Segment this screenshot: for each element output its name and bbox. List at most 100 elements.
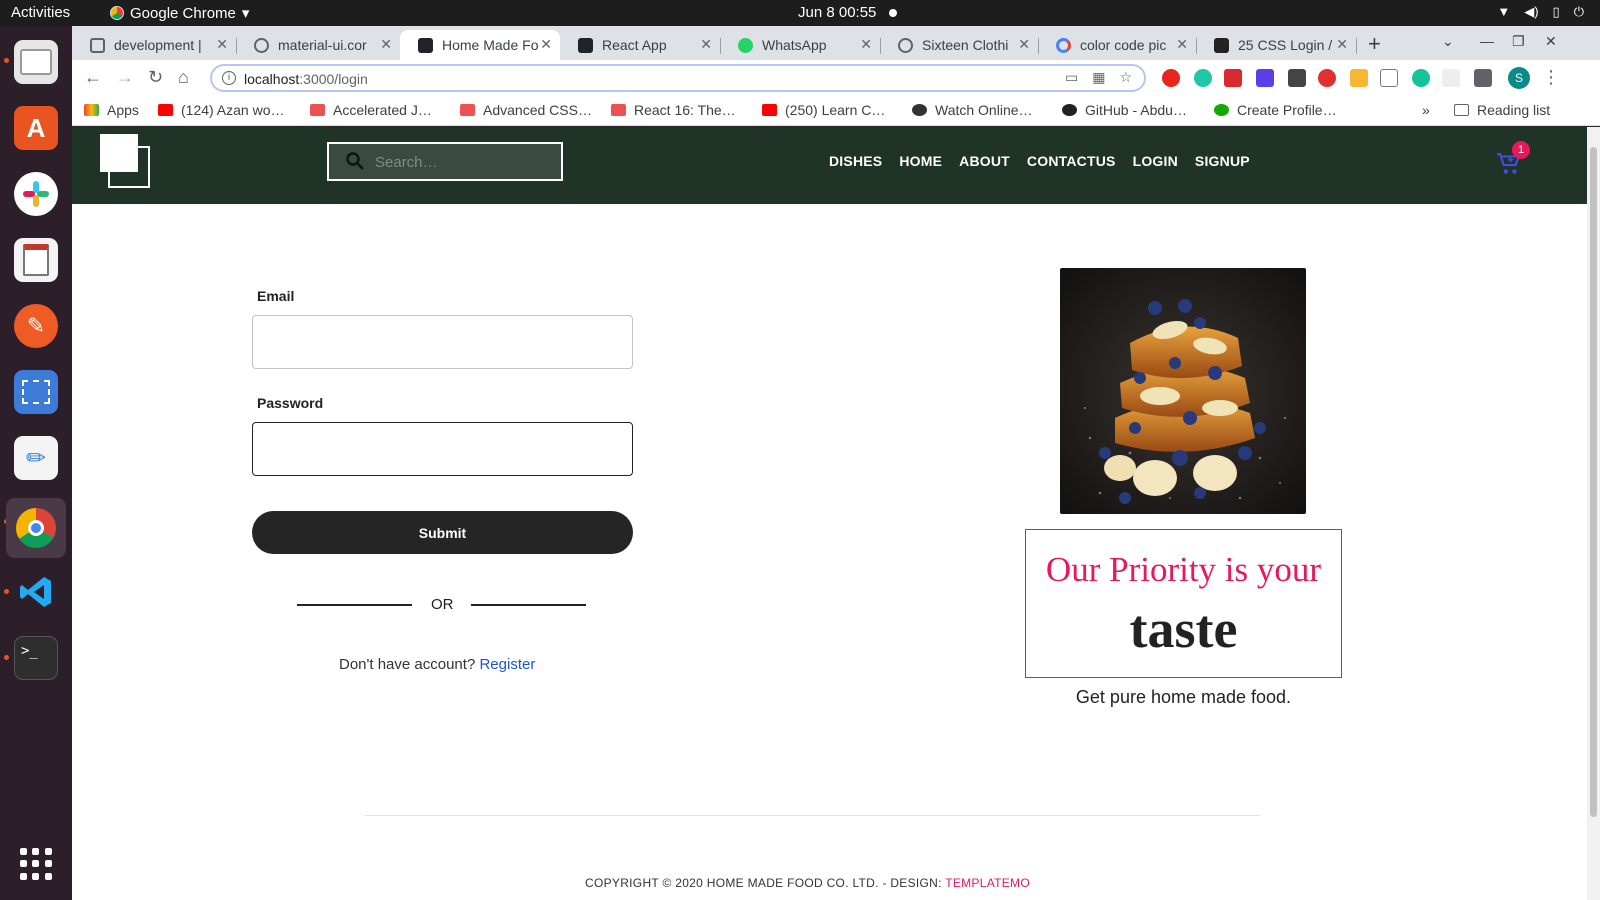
tab-title: color code pic	[1080, 37, 1167, 53]
json-icon[interactable]	[1380, 69, 1398, 87]
browser-tab[interactable]: 25 CSS Login / ✕	[1196, 30, 1357, 60]
react-icon	[418, 37, 433, 53]
submit-button[interactable]: Submit	[252, 511, 633, 554]
nav-login[interactable]: LOGIN	[1133, 153, 1178, 169]
extension-icon[interactable]	[1194, 69, 1212, 87]
browser-tab[interactable]: Sixteen Clothi ✕	[880, 30, 1039, 60]
profile-avatar[interactable]: S	[1508, 67, 1530, 89]
email-field[interactable]	[252, 315, 633, 369]
designer-link[interactable]: TEMPLATEMO	[945, 876, 1030, 890]
bookmark-item[interactable]: Advanced CSS…	[460, 102, 592, 118]
close-icon[interactable]: ✕	[216, 36, 228, 53]
close-icon[interactable]: ✕	[700, 36, 712, 53]
reader-icon[interactable]	[14, 238, 58, 282]
qr-code-icon[interactable]: ▦	[1092, 69, 1105, 86]
bookmark-item[interactable]: Create Profile…	[1214, 102, 1337, 118]
vscode-icon[interactable]	[14, 570, 58, 614]
extension-icon[interactable]	[1256, 69, 1274, 87]
close-icon[interactable]: ✕	[1336, 36, 1348, 53]
screenshot-icon[interactable]	[14, 370, 58, 414]
activities-button[interactable]: Activities	[11, 4, 70, 21]
nav-dishes[interactable]: DISHES	[829, 153, 882, 169]
chrome-icon[interactable]	[6, 498, 66, 558]
page-scrollbar[interactable]	[1587, 127, 1600, 900]
cart-button[interactable]: 1	[1496, 141, 1530, 177]
close-icon[interactable]: ✕	[1018, 36, 1030, 53]
back-icon[interactable]: ←	[84, 67, 102, 88]
minimize-icon[interactable]: —	[1480, 33, 1494, 49]
bookmark-item[interactable]: Apps	[84, 102, 139, 118]
nav-signup[interactable]: SIGNUP	[1195, 153, 1250, 169]
kebab-menu-icon[interactable]: ⋮	[1542, 67, 1560, 88]
browser-tab[interactable]: material-ui.cor ✕	[236, 30, 400, 60]
text-editor-icon[interactable]: ✏	[14, 436, 58, 480]
opera-extension-icon[interactable]	[1162, 69, 1180, 87]
close-icon[interactable]: ✕	[380, 36, 392, 53]
bookmark-label: Apps	[107, 102, 139, 118]
forward-icon[interactable]: →	[116, 67, 134, 88]
wifi-icon: ▼	[1497, 4, 1511, 19]
nav-home[interactable]: HOME	[899, 153, 942, 169]
bookmark-item[interactable]: (124) Azan wo…	[158, 102, 285, 118]
main-nav: DISHES HOME ABOUT CONTACTUS LOGIN SIGNUP	[829, 153, 1250, 169]
nav-about[interactable]: ABOUT	[959, 153, 1010, 169]
extension-icon[interactable]	[1224, 69, 1242, 87]
password-field[interactable]	[252, 422, 633, 476]
browser-tab-active[interactable]: Home Made Fo ✕	[400, 30, 560, 60]
bookmark-item[interactable]: React 16: The…	[611, 102, 736, 118]
bookmark-star-icon[interactable]: ☆	[1119, 69, 1132, 86]
site-logo[interactable]	[100, 134, 150, 189]
browser-tab[interactable]: color code pic ✕	[1038, 30, 1197, 60]
adblock-icon[interactable]	[1318, 69, 1336, 87]
address-bar[interactable]: i localhost:3000/login ▭ ▦ ☆	[210, 64, 1146, 92]
cast-icon[interactable]: ▭	[1065, 69, 1078, 86]
postman-icon[interactable]: ✎	[14, 304, 58, 348]
clock[interactable]: Jun 8 00:55	[798, 4, 876, 21]
bookmark-item[interactable]: (250) Learn C…	[762, 102, 885, 118]
new-tab-button[interactable]: +	[1368, 31, 1381, 57]
close-window-icon[interactable]: ✕	[1545, 33, 1557, 50]
search-box[interactable]	[327, 142, 563, 181]
scrollbar-thumb[interactable]	[1590, 147, 1597, 817]
close-icon[interactable]: ✕	[1176, 36, 1188, 53]
grammarly-icon[interactable]	[1412, 69, 1430, 87]
search-input[interactable]	[375, 152, 545, 172]
home-icon[interactable]: ⌂	[178, 67, 189, 88]
tab-search-icon[interactable]: ⌄	[1442, 33, 1454, 50]
site-info-icon[interactable]: i	[222, 71, 236, 85]
bookmark-item[interactable]: Watch Online…	[912, 102, 1033, 118]
youtube-icon	[158, 104, 173, 116]
browser-tab[interactable]: React App ✕	[560, 30, 721, 60]
show-applications-icon[interactable]	[20, 848, 52, 880]
system-tray[interactable]: ▼ ◀) ▯ ⏻	[1497, 4, 1584, 20]
register-link[interactable]: Register	[479, 656, 535, 673]
slack-icon[interactable]	[14, 172, 58, 216]
browser-tab[interactable]: WhatsApp ✕	[720, 30, 881, 60]
bookmark-item[interactable]: GitHub - Abdu…	[1062, 102, 1187, 118]
udemy-icon	[611, 104, 626, 116]
close-icon[interactable]: ✕	[540, 36, 552, 53]
reading-list-button[interactable]: Reading list	[1454, 102, 1550, 118]
color-picker-icon[interactable]	[1288, 69, 1306, 87]
restore-icon[interactable]: ❐	[1512, 33, 1525, 50]
freefrontend-icon	[1214, 37, 1229, 53]
app-menu-label: Google Chrome	[130, 4, 236, 22]
extension-icon[interactable]	[1350, 69, 1368, 87]
font-icon[interactable]	[1442, 69, 1460, 87]
close-icon[interactable]: ✕	[860, 36, 872, 53]
browser-tab[interactable]: development | ✕	[72, 30, 237, 60]
bookmarks-bar: Apps (124) Azan wo… Accelerated J… Advan…	[72, 96, 1600, 126]
software-icon[interactable]: A	[14, 106, 58, 150]
reload-icon[interactable]: ↻	[148, 67, 163, 88]
google-icon	[1056, 37, 1071, 53]
globe-icon	[254, 37, 269, 53]
app-menu[interactable]: Google Chrome ▾	[110, 4, 249, 22]
priority-emphasis: taste	[1129, 599, 1238, 659]
tab-title: Sixteen Clothi	[922, 37, 1009, 53]
bookmark-item[interactable]: Accelerated J…	[310, 102, 432, 118]
files-icon[interactable]	[14, 40, 58, 84]
bookmarks-overflow-icon[interactable]: »	[1422, 102, 1430, 118]
nav-contactus[interactable]: CONTACTUS	[1027, 153, 1116, 169]
terminal-icon[interactable]: >_	[14, 636, 58, 680]
extensions-puzzle-icon[interactable]	[1474, 69, 1492, 87]
